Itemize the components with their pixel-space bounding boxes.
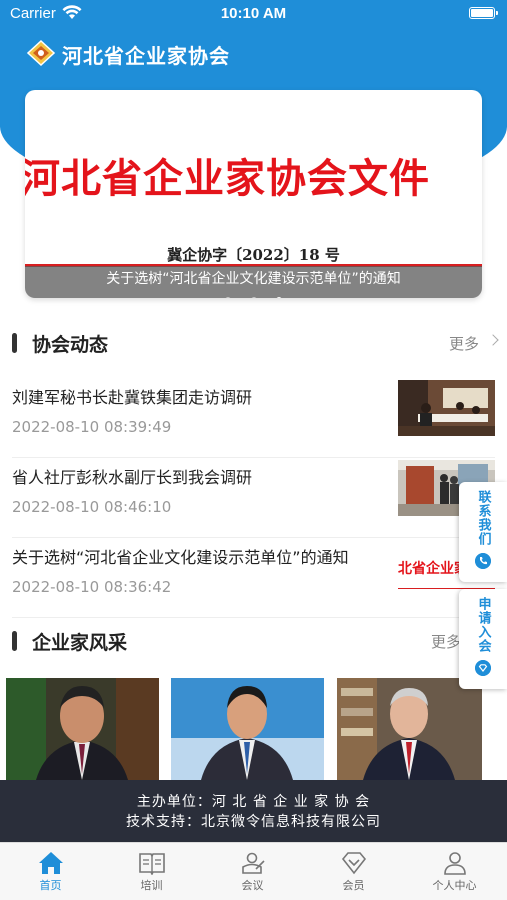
carousel-dot-active[interactable] xyxy=(275,297,282,298)
diamond-icon xyxy=(475,660,491,676)
news-date: 2022-08-10 08:39:49 xyxy=(12,418,172,436)
tab-meeting-label: 会议 xyxy=(241,879,264,892)
news-list-item[interactable]: 关于选树“河北省企业文化建设示范单位”的通知 2022-08-10 08:36:… xyxy=(12,538,495,618)
news-list-item[interactable]: 刘建军秘书长赴冀铁集团走访调研 2022-08-10 08:39:49 xyxy=(12,378,495,458)
news-title: 省人社厅彭秋水副厅长到我会调研 xyxy=(12,468,253,487)
sponsor-line: 主办单位：河 北 省 企 业 家 协 会 xyxy=(136,794,371,810)
section-marker xyxy=(12,631,17,651)
banner-document-title: 河北省企业家协会文件 xyxy=(25,155,430,202)
user-icon xyxy=(443,852,466,875)
association-logo-icon xyxy=(27,40,55,66)
tab-training[interactable]: 培训 xyxy=(101,843,202,900)
app-screen: Carrier 10:10 AM 河北省企业家协会 河北省企业家协会文件 冀企协… xyxy=(0,0,507,900)
app-title: 河北省企业家协会 xyxy=(62,44,230,68)
entrepreneur-photo[interactable] xyxy=(171,678,324,780)
battery-icon xyxy=(469,7,498,19)
news-thumbnail xyxy=(398,380,495,436)
contact-us-button[interactable]: 联系我们 xyxy=(459,482,507,582)
apply-membership-button[interactable]: 申请入会 xyxy=(459,589,507,689)
phone-icon xyxy=(475,553,491,569)
apply-membership-label: 申请入会 xyxy=(475,597,491,653)
news-list-item[interactable]: 省人社厅彭秋水副厅长到我会调研 2022-08-10 08:46:10 xyxy=(12,458,495,538)
tab-home[interactable]: 首页 xyxy=(0,843,101,900)
meeting-icon xyxy=(241,852,265,874)
thumbnail-doc-title: 北省企业家 xyxy=(398,561,468,577)
member-icon xyxy=(341,852,366,875)
section-marker xyxy=(12,333,17,353)
tab-member-label: 会员 xyxy=(342,879,365,892)
app-header: Carrier 10:10 AM 河北省企业家协会 xyxy=(0,0,507,78)
news-date: 2022-08-10 08:46:10 xyxy=(12,498,172,516)
news-section-header: 协会动态 更多 xyxy=(12,328,499,358)
clock: 10:10 AM xyxy=(220,5,287,22)
bottom-tab-bar: 首页 培训 会议 会员 个人中心 xyxy=(0,842,507,900)
entrepreneur-photo[interactable] xyxy=(337,678,482,780)
carousel-indicator xyxy=(25,288,482,298)
news-title: 刘建军秘书长赴冀铁集团走访调研 xyxy=(12,388,253,407)
status-bar: Carrier 10:10 AM xyxy=(0,0,507,28)
news-date: 2022-08-10 08:36:42 xyxy=(12,578,172,596)
people-section-header: 企业家风采 更多 xyxy=(12,626,497,656)
people-section-title: 企业家风采 xyxy=(32,632,128,654)
entrepreneur-list xyxy=(6,678,507,780)
book-icon xyxy=(138,853,165,875)
news-more-link[interactable]: 更多 xyxy=(449,333,479,354)
tab-training-label: 培训 xyxy=(140,879,163,892)
banner-document-number: 冀企协字〔2022〕18 号 xyxy=(167,246,340,264)
tech-support-line: 技术支持：北京微令信息科技有限公司 xyxy=(126,814,381,830)
carousel-dot[interactable] xyxy=(250,297,257,298)
chevron-right-icon[interactable] xyxy=(487,334,499,346)
tab-meeting[interactable]: 会议 xyxy=(202,843,303,900)
home-icon xyxy=(38,852,63,874)
contact-us-label: 联系我们 xyxy=(475,490,491,546)
entrepreneur-photo[interactable] xyxy=(6,678,159,780)
news-section-title: 协会动态 xyxy=(32,334,109,356)
banner-carousel[interactable]: 河北省企业家协会文件 冀企协字〔2022〕18 号 关于选树“河北省企业文化建设… xyxy=(25,90,482,298)
tab-profile-label: 个人中心 xyxy=(432,879,477,892)
news-title: 关于选树“河北省企业文化建设示范单位”的通知 xyxy=(12,548,349,567)
site-footer: 主办单位：河 北 省 企 业 家 协 会 技术支持：北京微令信息科技有限公司 xyxy=(0,780,507,842)
tab-member[interactable]: 会员 xyxy=(303,843,404,900)
tab-profile[interactable]: 个人中心 xyxy=(404,843,505,900)
people-more-link[interactable]: 更多 xyxy=(431,631,461,652)
tab-home-label: 首页 xyxy=(39,879,62,892)
